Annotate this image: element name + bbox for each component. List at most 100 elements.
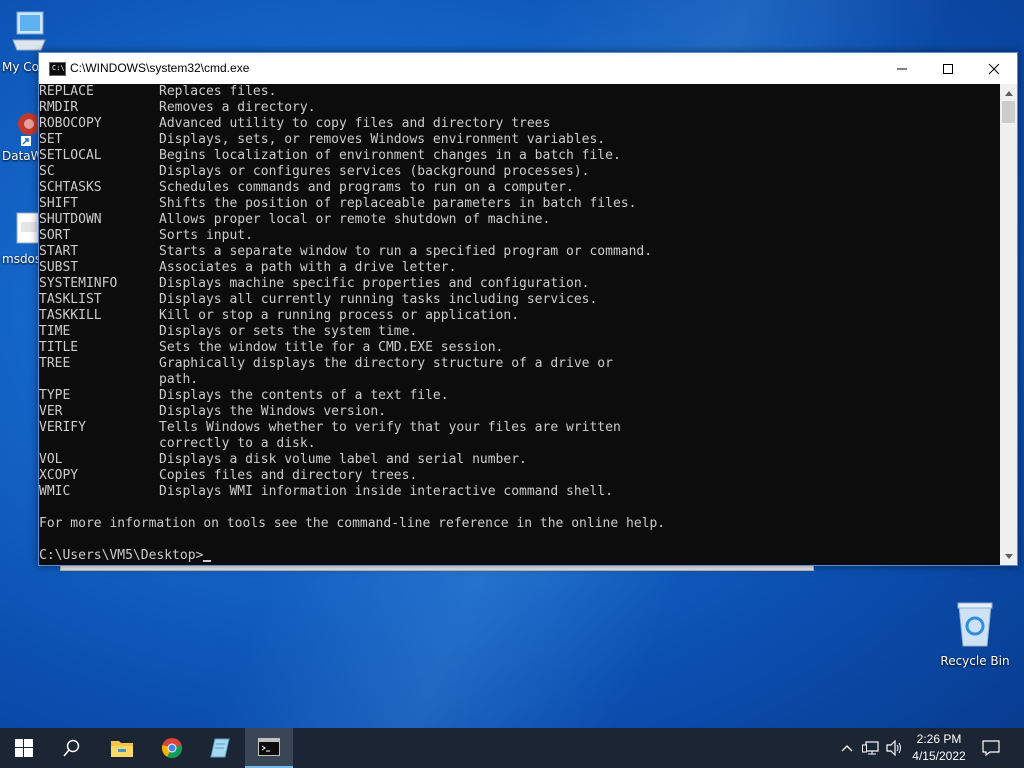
command-name: TREE bbox=[39, 356, 71, 371]
command-name: ROBOCOPY bbox=[39, 116, 102, 131]
command-name: SORT bbox=[39, 228, 71, 243]
desktop-icon-recycle-bin[interactable]: Recycle Bin bbox=[938, 600, 1012, 668]
command-name: START bbox=[39, 244, 79, 259]
start-button[interactable] bbox=[0, 728, 48, 768]
title-bar[interactable]: C:\ C:\WINDOWS\system32\cmd.exe bbox=[39, 53, 1017, 84]
volume-button[interactable] bbox=[884, 728, 906, 768]
taskbar: 2:26 PM 4/15/2022 bbox=[0, 728, 1024, 768]
vertical-scrollbar[interactable] bbox=[1000, 84, 1017, 565]
command-description: Displays machine specific properties and… bbox=[159, 276, 590, 291]
command-description: Displays the Windows version. bbox=[159, 404, 386, 419]
command-name: SHIFT bbox=[39, 196, 79, 211]
cmd-icon: C:\ bbox=[49, 62, 66, 76]
console-line: TREE Graphically displays the directory s… bbox=[39, 356, 999, 372]
console-line: VOL Displays a disk volume label and seri… bbox=[39, 452, 999, 468]
command-description: Begins localization of environment chang… bbox=[159, 148, 621, 163]
minimize-button[interactable] bbox=[879, 53, 925, 84]
chrome-icon bbox=[162, 738, 182, 759]
console-line: TASKKILL Kill or stop a running process o… bbox=[39, 308, 999, 324]
notepad-icon bbox=[210, 738, 230, 758]
command-description: Displays or sets the system time. bbox=[159, 324, 418, 339]
start-icon bbox=[15, 739, 33, 757]
console-line: correctly to a disk. bbox=[39, 436, 999, 452]
console-line: SHUTDOWN Allows proper local or remote sh… bbox=[39, 212, 999, 228]
console-line: SETLOCAL Begins localization of environme… bbox=[39, 148, 999, 164]
command-description: Copies files and directory trees. bbox=[159, 468, 418, 483]
scroll-down-button[interactable] bbox=[1000, 548, 1017, 565]
command-name: TASKLIST bbox=[39, 292, 102, 307]
scroll-up-button[interactable] bbox=[1000, 84, 1017, 101]
clock-time: 2:26 PM bbox=[916, 732, 962, 746]
recycle-bin-icon bbox=[938, 600, 1012, 651]
command-name: TIME bbox=[39, 324, 71, 339]
command-description: path. bbox=[159, 372, 199, 387]
command-description: Kill or stop a running process or applic… bbox=[159, 308, 520, 323]
window-title: C:\WINDOWS\system32\cmd.exe bbox=[70, 61, 250, 75]
scroll-thumb[interactable] bbox=[1002, 101, 1015, 123]
minimize-icon bbox=[897, 68, 907, 69]
command-name: SCHTASKS bbox=[39, 180, 102, 195]
command-description: Displays the contents of a text file. bbox=[159, 388, 449, 403]
command-description: Shifts the position of replaceable param… bbox=[159, 196, 637, 211]
console-line: TITLE Sets the window title for a CMD.EXE… bbox=[39, 340, 999, 356]
console-line: VER Displays the Windows version. bbox=[39, 404, 999, 420]
search-button[interactable] bbox=[48, 728, 96, 768]
console-line: SORT Sorts input. bbox=[39, 228, 999, 244]
notepad-button[interactable] bbox=[196, 728, 244, 768]
command-description: Sets the window title for a CMD.EXE sess… bbox=[159, 340, 504, 355]
console-prompt-line[interactable]: C:\Users\VM5\Desktop> bbox=[39, 548, 999, 564]
command-name: TASKKILL bbox=[39, 308, 102, 323]
file-explorer-button[interactable] bbox=[98, 728, 146, 768]
network-icon bbox=[862, 741, 879, 755]
console-line: TASKLIST Displays all currently running t… bbox=[39, 292, 999, 308]
console-info-line: For more information on tools see the co… bbox=[39, 516, 666, 531]
network-button[interactable] bbox=[860, 728, 882, 768]
command-description: Displays, sets, or removes Windows envir… bbox=[159, 132, 606, 147]
action-center-button[interactable] bbox=[980, 728, 1002, 768]
console-line: SUBST Associates a path with a drive lett… bbox=[39, 260, 999, 276]
command-description: Displays or configures services (backgro… bbox=[159, 164, 590, 179]
close-icon bbox=[988, 63, 1000, 74]
command-name: TYPE bbox=[39, 388, 71, 403]
command-name: TITLE bbox=[39, 340, 79, 355]
command-description: Displays all currently running tasks inc… bbox=[159, 292, 598, 307]
command-name: SYSTEMINFO bbox=[39, 276, 118, 291]
command-description: Advanced utility to copy files and direc… bbox=[159, 116, 551, 131]
computer-icon bbox=[0, 10, 66, 57]
prompt-text: C:\Users\VM5\Desktop> bbox=[39, 548, 204, 563]
maximize-button[interactable] bbox=[925, 53, 971, 84]
cmd-window[interactable]: C:\ C:\WINDOWS\system32\cmd.exe REPLACE R… bbox=[38, 52, 1018, 566]
console-line: WMIC Displays WMI information inside inte… bbox=[39, 484, 999, 500]
notification-icon bbox=[982, 740, 1000, 756]
command-name: SUBST bbox=[39, 260, 79, 275]
show-hidden-icons-button[interactable] bbox=[838, 728, 856, 768]
scroll-down-icon bbox=[1004, 553, 1013, 559]
command-name: SET bbox=[39, 132, 63, 147]
command-name: REPLACE bbox=[39, 84, 94, 99]
command-description: Allows proper local or remote shutdown o… bbox=[159, 212, 551, 227]
command-name: SETLOCAL bbox=[39, 148, 102, 163]
command-name: XCOPY bbox=[39, 468, 79, 483]
close-button[interactable] bbox=[971, 53, 1017, 84]
system-clock[interactable]: 2:26 PM 4/15/2022 bbox=[904, 731, 974, 765]
command-description: Replaces files. bbox=[159, 84, 277, 99]
command-description: Tells Windows whether to verify that you… bbox=[159, 420, 621, 435]
chrome-button[interactable] bbox=[148, 728, 196, 768]
command-name: VERIFY bbox=[39, 420, 86, 435]
clock-date: 4/15/2022 bbox=[912, 749, 966, 763]
console-line: SHIFT Shifts the position of replaceable … bbox=[39, 196, 999, 212]
search-icon bbox=[63, 739, 80, 757]
console-line: START Starts a separate window to run a s… bbox=[39, 244, 999, 260]
command-description: Displays WMI information inside interact… bbox=[159, 484, 613, 499]
console-line: path. bbox=[39, 372, 999, 388]
text-cursor bbox=[203, 560, 212, 562]
console-line: SET Displays, sets, or removes Windows en… bbox=[39, 132, 999, 148]
command-description: Schedules commands and programs to run o… bbox=[159, 180, 574, 195]
console-output[interactable]: REPLACE Replaces files. RMDIR Removes a dir… bbox=[39, 84, 999, 565]
cmd-taskbar-button[interactable] bbox=[245, 728, 293, 768]
command-description: Removes a directory. bbox=[159, 100, 316, 115]
command-name: SHUTDOWN bbox=[39, 212, 102, 227]
command-description: Graphically displays the directory struc… bbox=[159, 356, 613, 371]
console-line: TYPE Displays the contents of a text file… bbox=[39, 388, 999, 404]
command-description: Sorts input. bbox=[159, 228, 253, 243]
